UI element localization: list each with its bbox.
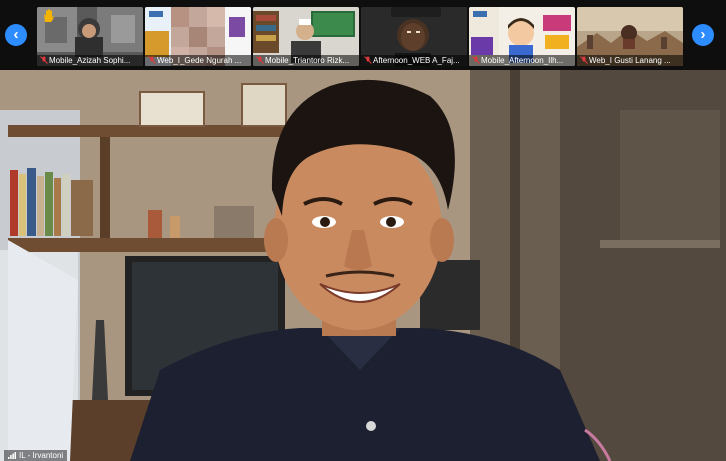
mic-muted-icon	[364, 56, 372, 64]
mic-muted-icon	[256, 56, 264, 64]
participant-name: Web_I Gusti Lanang ...	[577, 55, 683, 66]
participant-name: Mobile_Afternoon_Ilh...	[469, 55, 575, 66]
raised-hand-icon	[44, 9, 54, 22]
participant-name: Mobile_Triantoro Rizk...	[253, 55, 359, 66]
speaker-name-tag: IL - Irvantoni	[4, 450, 68, 461]
connection-signal-icon	[8, 452, 16, 460]
participant-tile-triantoro[interactable]: Mobile_Triantoro Rizk...	[253, 7, 359, 66]
participant-name: Mobile_Azizah Sophi...	[37, 55, 143, 66]
participant-name: Afternoon_WEB A_Faj...	[361, 55, 467, 66]
gallery-strip: ‹ Mobile_Azizah Sophi... Web_I_Gede Ngur…	[0, 0, 726, 70]
mic-muted-icon	[40, 56, 48, 64]
participant-tile-fajar[interactable]: Afternoon_WEB A_Faj...	[361, 7, 467, 66]
speaker-video-frame	[0, 70, 726, 461]
active-speaker-video[interactable]: IL - Irvantoni	[0, 70, 726, 461]
participant-tile-ilham[interactable]: Mobile_Afternoon_Ilh...	[469, 7, 575, 66]
chevron-right-icon[interactable]: ›	[692, 24, 714, 46]
mic-muted-icon	[472, 56, 480, 64]
mic-muted-icon	[580, 56, 588, 64]
speaker-name: IL - Irvantoni	[19, 451, 64, 460]
participant-thumbnails: Mobile_Azizah Sophi... Web_I_Gede Ngurah…	[37, 7, 683, 66]
participant-name: Web_I_Gede Ngurah ...	[145, 55, 251, 66]
chevron-left-icon[interactable]: ‹	[5, 24, 27, 46]
participant-tile-azizah[interactable]: Mobile_Azizah Sophi...	[37, 7, 143, 66]
mic-muted-icon	[148, 56, 156, 64]
participant-tile-gusti[interactable]: Web_I Gusti Lanang ...	[577, 7, 683, 66]
participant-tile-gede[interactable]: Web_I_Gede Ngurah ...	[145, 7, 251, 66]
